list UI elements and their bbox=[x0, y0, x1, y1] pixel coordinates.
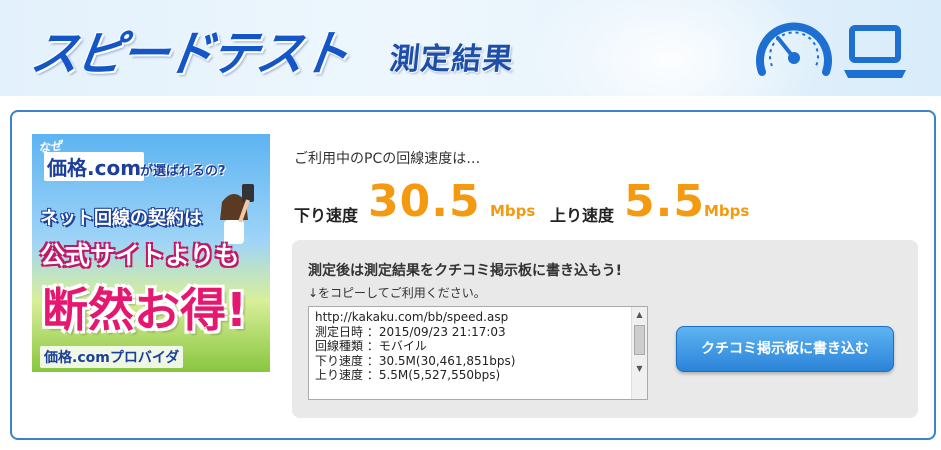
post-to-board-button[interactable]: クチコミ掲示板に書き込む bbox=[676, 326, 894, 372]
result-panel: なぜ 価格.com が選ばれるの? ネット回線の契約は 公式サイトよりも 断然お… bbox=[10, 110, 936, 440]
copy-instruction: ↓をコピーしてご利用ください。 bbox=[308, 286, 486, 300]
ad-text-net: ネット回線の契約は bbox=[40, 208, 202, 229]
page-title: スピードテスト bbox=[27, 26, 351, 82]
result-line-connection: 回線種類 ：モバイル bbox=[315, 339, 427, 354]
page-subtitle: 測定結果 bbox=[387, 42, 516, 77]
download-speed-value: 30.5 bbox=[368, 176, 481, 227]
speed-intro-text: ご利用中のPCの回線速度は… bbox=[294, 151, 481, 167]
provider-ad-banner[interactable]: なぜ 価格.com が選ばれるの? ネット回線の契約は 公式サイトよりも 断然お… bbox=[32, 134, 270, 372]
header-banner: スピードテスト 測定結果 bbox=[0, 0, 941, 96]
upload-speed-value: 5.5 bbox=[624, 176, 705, 227]
ad-text-koushiki: 公式サイトよりも bbox=[40, 241, 240, 270]
result-line-url: http://kakaku.com/bb/speed.asp bbox=[315, 310, 509, 324]
laptop-icon bbox=[844, 25, 906, 78]
result-line-download: 下り速度 ：30.5M(30,461,851bps) bbox=[315, 353, 516, 368]
scroll-down-icon[interactable]: ▼ bbox=[632, 361, 647, 376]
copy-title: 測定後は測定結果をクチコミ掲示板に書き込もう! bbox=[308, 263, 622, 279]
ad-text-danzen: 断然お得! bbox=[42, 283, 247, 337]
result-line-datetime: 測定日時 ：2015/09/23 21:17:03 bbox=[315, 324, 506, 339]
ad-provider-logo: 価格.comプロバイダ bbox=[40, 346, 184, 368]
download-speed-label: 下り速度 bbox=[294, 206, 359, 225]
result-line-upload: 上り速度 ：5.5M(5,527,550bps) bbox=[315, 368, 501, 383]
scroll-up-icon[interactable]: ▲ bbox=[632, 307, 647, 322]
scroll-thumb[interactable] bbox=[634, 325, 645, 355]
upload-speed-label: 上り速度 bbox=[550, 206, 615, 225]
textarea-scrollbar[interactable]: ▲ ▼ bbox=[631, 307, 647, 399]
upload-speed-unit: Mbps bbox=[704, 202, 750, 220]
result-textarea[interactable]: http://kakaku.com/bb/speed.asp 測定日時 ：201… bbox=[308, 306, 648, 400]
copy-result-box: 測定後は測定結果をクチコミ掲示板に書き込もう! ↓をコピーしてご利用ください。 … bbox=[292, 240, 918, 418]
speedometer-icon bbox=[756, 22, 832, 76]
ad-text-erabareru: が選ばれるの? bbox=[140, 164, 226, 179]
result-text[interactable]: http://kakaku.com/bb/speed.asp 測定日時 ：201… bbox=[315, 310, 515, 383]
ad-logo-kakaku: 価格.com bbox=[44, 152, 145, 181]
download-speed-unit: Mbps bbox=[490, 202, 536, 220]
